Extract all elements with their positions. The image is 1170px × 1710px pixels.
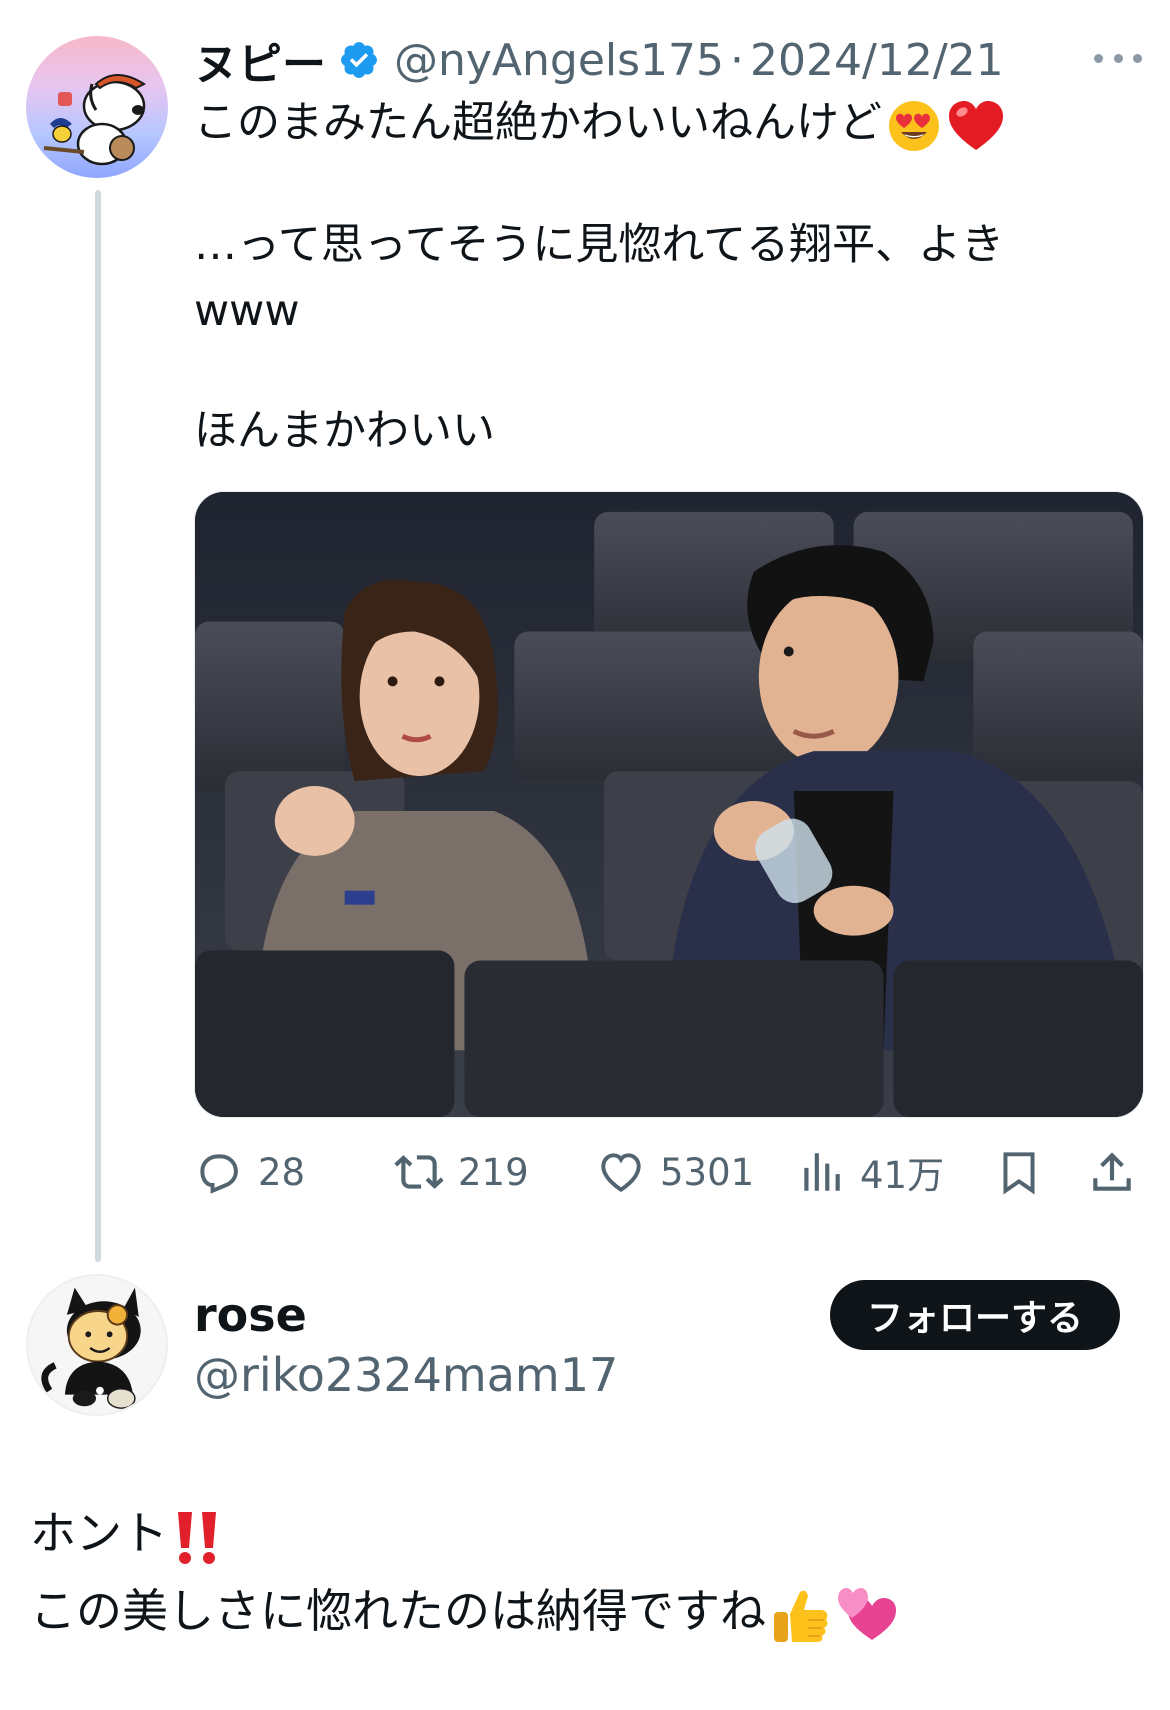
like-button[interactable]: 5301: [596, 1142, 754, 1202]
red-heart-emoji-icon: [946, 98, 1006, 154]
tweet-date[interactable]: 2024/12/21: [750, 35, 1004, 86]
like-count: 5301: [660, 1150, 755, 1194]
reply-button[interactable]: 28: [194, 1142, 305, 1202]
reply-icon: [194, 1147, 244, 1197]
verified-badge-icon: [338, 39, 380, 81]
bookmark-button[interactable]: [994, 1142, 1058, 1202]
tweet-action-bar: 28 219 5301 41万: [194, 1142, 1144, 1202]
author-display-name[interactable]: ヌピー: [194, 28, 326, 92]
reply-text-line-2: この美しさに惚れたのは納得ですね: [30, 1576, 898, 1646]
thumbs-up-emoji-icon: [770, 1584, 832, 1646]
retweet-icon: [394, 1147, 444, 1197]
views-chart-icon: [796, 1147, 846, 1197]
double-exclamation-emoji-icon: [172, 1508, 226, 1566]
more-options-icon[interactable]: [1094, 44, 1142, 72]
reply-author-display-name[interactable]: rose: [194, 1288, 307, 1342]
tweet-text-line-2: …って思ってそうに見惚れてる翔平、よき: [194, 220, 1005, 270]
reply-text-segment: ホント: [30, 1506, 168, 1560]
revolving-hearts-emoji-icon: [836, 1584, 898, 1646]
share-button[interactable]: [1087, 1142, 1151, 1202]
views-count: 41万: [860, 1154, 945, 1197]
views-button[interactable]: 41万: [796, 1142, 944, 1202]
follow-button[interactable]: フォローする: [830, 1280, 1120, 1350]
share-upload-icon: [1087, 1147, 1137, 1197]
reply-author-avatar[interactable]: [26, 1274, 168, 1416]
author-handle[interactable]: @nyAngels175: [394, 35, 724, 86]
reply-author-handle[interactable]: @riko2324mam17: [194, 1348, 618, 1402]
author-avatar[interactable]: [26, 36, 168, 178]
tweet-text-segment: このまみたん超絶かわいいねんけど: [194, 98, 882, 148]
tweet-header: ヌピー @nyAngels175 · 2024/12/21: [194, 28, 1004, 92]
reply-count: 28: [258, 1150, 306, 1194]
reply-text-segment: この美しさに惚れたのは納得ですね: [30, 1584, 766, 1638]
bookmark-icon: [994, 1147, 1044, 1197]
tweet-photo[interactable]: [194, 491, 1144, 1118]
tweet-text-line-3: www: [194, 286, 300, 336]
retweet-count: 219: [458, 1150, 529, 1194]
reply-text-line-1: ホント: [30, 1498, 226, 1568]
tweet-text-line-4: ほんまかわいい: [194, 406, 495, 456]
header-separator: ·: [730, 34, 745, 86]
tweet-text-line-1: このまみたん超絶かわいいねんけど: [194, 92, 1124, 154]
retweet-button[interactable]: 219: [394, 1142, 529, 1202]
heart-icon: [596, 1147, 646, 1197]
heart-eyes-emoji-icon: [886, 98, 942, 154]
thread-connector-line: [95, 190, 101, 1262]
